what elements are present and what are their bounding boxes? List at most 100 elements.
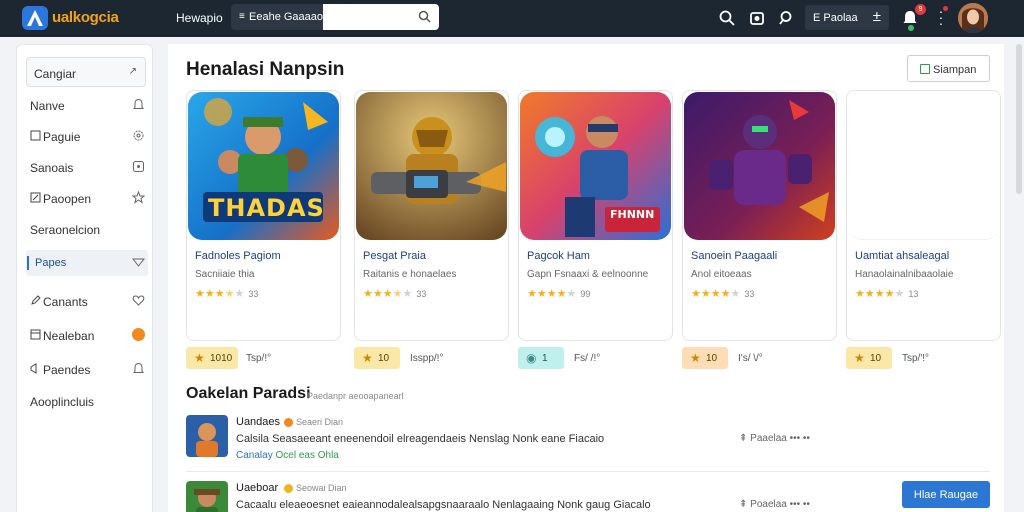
feed-item[interactable]: Uaeboar Seowai Dian Cacaalu eleaeoesnet …: [186, 481, 990, 512]
score-chip[interactable]: ★ 10: [846, 347, 892, 369]
bell-icon: [133, 98, 144, 109]
rating-count: 99: [580, 289, 591, 299]
alert-dot: [943, 6, 948, 11]
camera-icon[interactable]: [748, 9, 766, 27]
game-card[interactable]: Uamtiat ahsaleagal Hanaolainalnibaaolaie…: [846, 90, 1001, 341]
star-icon: [132, 191, 145, 204]
score-chip[interactable]: ★ 10: [682, 347, 728, 369]
more-options-icon[interactable]: · · ·: [938, 4, 944, 30]
score-value: 10: [378, 353, 390, 364]
game-cover-title-text: FHNNN: [610, 208, 655, 221]
game-cover-image: [684, 92, 835, 240]
menu-icon: ≡: [239, 11, 245, 22]
game-card-title[interactable]: Pesgat Praia: [363, 250, 426, 262]
feed-item[interactable]: Uandaes Seaeri Dian Calsila Seasaeeant e…: [186, 415, 990, 463]
nav-link[interactable]: Hewapio: [176, 11, 223, 25]
sidebar-header-label: Cangiar: [34, 67, 77, 81]
rating-stars: ★★★★★ 33: [691, 288, 755, 300]
game-cover-title-text: THADAS: [208, 194, 325, 222]
game-card-title[interactable]: Pagcok Ham: [527, 250, 590, 262]
brand-name[interactable]: ualkogcia: [52, 9, 119, 26]
search-box[interactable]: [323, 4, 439, 30]
upvote-icon[interactable]: ⇞: [739, 433, 750, 444]
sidebar-item-paguie[interactable]: Paguie: [26, 123, 148, 149]
feed-item-handle: Seowai Dian: [296, 483, 347, 493]
rating-count: 33: [248, 289, 259, 299]
sidebar-item-sanoais[interactable]: Sanoais: [26, 154, 148, 180]
feed-item-actions[interactable]: ⇞ Paaelaa ••• ••: [739, 433, 810, 444]
game-cover-placeholder: [848, 92, 999, 240]
game-card-title[interactable]: Uamtiat ahsaleagal: [855, 250, 949, 262]
search-input[interactable]: [323, 4, 413, 30]
share-icon: [920, 64, 930, 74]
section2-subtitle: Paedanpr aeooapanearl: [307, 391, 404, 401]
pen-icon: [31, 295, 41, 305]
notification-badge: 9: [915, 4, 926, 15]
game-card[interactable]: FHNNN Pagcok Ham Gapn Fsnaaxi & eelnoonn…: [518, 90, 673, 341]
feed-tag[interactable]: Canalay: [236, 450, 273, 461]
main-content: Henalasi Nanpsin Siampan THADAS Fadnoles…: [168, 44, 1004, 512]
avatar-portrait-icon: [958, 3, 988, 33]
feed-item-thumbnail[interactable]: [186, 415, 228, 457]
score-value: 10: [870, 353, 882, 364]
game-card[interactable]: THADAS Fadnoles Pagiom Sacniiaie thia ★★…: [186, 90, 341, 341]
game-cover-image: THADAS: [188, 92, 339, 240]
feed-actions-text: Paaelaa ••• ••: [750, 433, 810, 444]
score-chip[interactable]: ★ 10: [354, 347, 400, 369]
game-card-title[interactable]: Sanoein Paagaali: [691, 250, 777, 262]
feed-item-thumbnail[interactable]: [186, 481, 228, 512]
sidebar-header[interactable]: Cangiar ↗: [26, 57, 146, 87]
section2-title: Oakelan Paradsi: [186, 385, 311, 402]
sidebar-item-papes[interactable]: Papes: [26, 250, 148, 276]
sidebar-item-label: Seraonelcion: [30, 223, 101, 237]
quick-action-pill[interactable]: E Paolaa ±: [805, 5, 889, 30]
bell-icon: [133, 362, 144, 373]
verified-badge-icon: [284, 418, 293, 427]
primary-action-button[interactable]: Hlae Raugae: [902, 481, 990, 508]
feed-item-author[interactable]: Uandaes: [236, 416, 280, 428]
feed-item-author[interactable]: Uaeboar: [236, 482, 278, 494]
search-icon[interactable]: [718, 9, 736, 27]
heart-icon: [132, 295, 145, 306]
sidebar-item-canants[interactable]: Canants: [26, 288, 148, 314]
sidebar-item-seraonelcion[interactable]: Seraonelcion: [26, 216, 148, 242]
rating-count: 33: [744, 289, 755, 299]
star-icon: ★: [362, 351, 373, 365]
location-icon[interactable]: [777, 9, 795, 27]
user-avatar[interactable]: [958, 3, 988, 33]
game-card[interactable]: Sanoein Paagaali Anol eitoeaas ★★★★★ 33: [682, 90, 837, 341]
megaphone-icon: [30, 363, 37, 374]
sidebar-item-paoopen[interactable]: Paoopen: [26, 185, 148, 211]
sidebar-item-label: Paendes: [43, 363, 91, 377]
search-icon[interactable]: [418, 10, 431, 23]
upvote-icon[interactable]: ⇞: [739, 499, 750, 510]
score-chip[interactable]: ◉ 1: [518, 347, 564, 369]
sidebar-item-label: Nealeban: [43, 329, 95, 343]
sidebar-item-label: Paoopen: [43, 192, 92, 206]
score-chip[interactable]: ★ 1010: [186, 347, 238, 369]
rating-stars: ★★★★★ 13: [855, 288, 919, 300]
feed-divider: [186, 471, 990, 472]
game-card[interactable]: Pesgat Praia Raitanis e honaelaes ★★★★★ 3…: [354, 90, 509, 341]
sidebar-item-aooplincluis[interactable]: Aooplincluis: [26, 388, 148, 414]
rating-stars: ★★★★★ 99: [527, 288, 591, 300]
scrollbar[interactable]: [1016, 44, 1022, 194]
clock-icon: [133, 161, 144, 172]
search-scope-dropdown[interactable]: ≡ Eeahe Gaaaaohc: [231, 4, 335, 30]
game-card-title[interactable]: Fadnoles Pagiom: [195, 250, 281, 262]
app-logo-icon[interactable]: [22, 6, 48, 30]
coin-icon: ◉: [526, 351, 537, 365]
feed-item-actions[interactable]: ⇞ Poaelaa ••• ••: [739, 499, 810, 510]
feed-item-handle: Seaeri Dian: [296, 417, 344, 427]
star-icon: ★: [690, 351, 701, 365]
sidebar-item-nanve[interactable]: Nanve: [26, 92, 148, 118]
share-button[interactable]: Siampan: [907, 55, 990, 82]
sidebar-item-nealeban[interactable]: Nealeban: [26, 322, 148, 348]
feed-tag[interactable]: Ocel eas Ohla: [275, 450, 338, 461]
chip-meta: Isspp/!°: [410, 353, 444, 364]
online-status-dot: [908, 25, 914, 31]
section-title: Henalasi Nanpsin: [186, 59, 345, 80]
score-value: 10: [706, 353, 718, 364]
sidebar-item-paendes[interactable]: Paendes: [26, 356, 148, 382]
chip-meta: Tsp/'!°: [902, 353, 930, 364]
